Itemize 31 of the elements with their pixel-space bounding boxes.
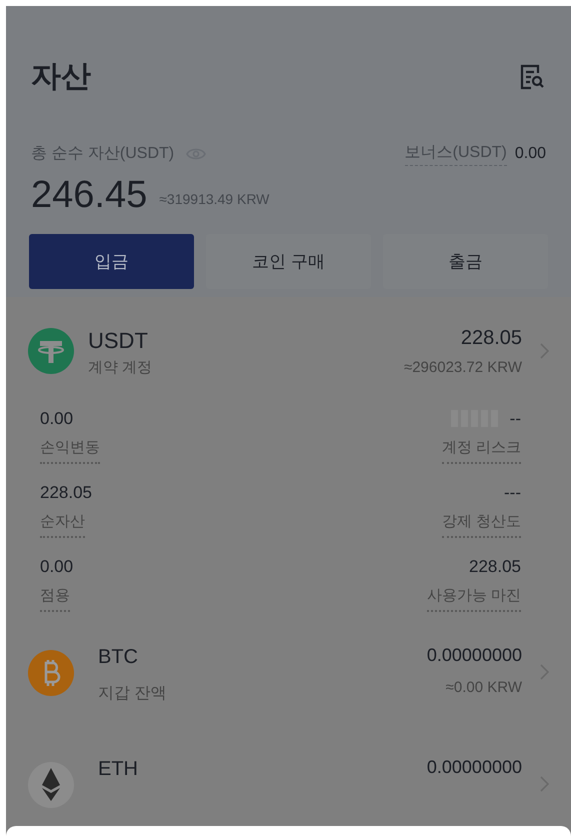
total-assets-value: 246.45: [31, 173, 148, 218]
stat-value: ---: [504, 482, 521, 504]
stat-label[interactable]: 순자산: [40, 511, 85, 538]
record-search-icon[interactable]: [518, 62, 546, 90]
total-assets-label: 총 순수 자산(USDT): [31, 144, 174, 164]
action-button[interactable]: 입금: [29, 234, 194, 289]
stat-value: --: [510, 408, 521, 430]
account-type: 지갑 잔액: [98, 684, 166, 704]
coin-amount: 0.00000000: [426, 644, 522, 666]
coin-amount: 0.00000000: [426, 756, 522, 778]
bonus-label[interactable]: 보너스(USDT): [404, 141, 507, 166]
bonus-value: 0.00: [514, 144, 546, 164]
stat-label[interactable]: 강제 청산도: [442, 511, 521, 538]
bitcoin-coin-icon: [28, 650, 74, 696]
stat-value: 0.00: [40, 408, 74, 430]
coin-krw: ≈296023.72 KRW: [404, 358, 522, 378]
stat-label[interactable]: 손익변동: [40, 437, 100, 464]
stat-value: 228.05: [469, 556, 521, 578]
stat-value: 0.00: [40, 556, 74, 578]
total-assets-krw: ≈319913.49 KRW: [159, 190, 270, 209]
ethereum-coin-icon: [28, 762, 74, 808]
account-type: 계약 계정: [88, 358, 152, 378]
tether-coin-icon: [28, 328, 74, 374]
coin-name: USDT: [88, 326, 149, 354]
coin-name: ETH: [98, 756, 138, 782]
stat-label[interactable]: 계정 리스크: [442, 437, 521, 464]
coin-name: BTC: [98, 644, 139, 670]
coin-amount: 228.05: [460, 326, 522, 351]
coin-krw: ≈0.00 KRW: [446, 678, 522, 698]
page-title: 자산: [31, 59, 91, 95]
stat-value: 228.05: [40, 482, 92, 504]
